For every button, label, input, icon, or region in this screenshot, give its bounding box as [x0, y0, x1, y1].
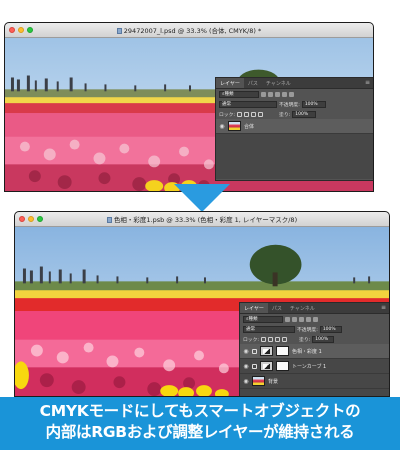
- blend-mode-select[interactable]: 通常: [243, 325, 295, 333]
- caption-banner: CMYKモードにしてもスマートオブジェクトの 内部はRGBおよび調整レイヤーが維…: [0, 397, 400, 450]
- top-title-bar[interactable]: 29472007_l.psd @ 33.3% (合体, CMYK/8) *: [5, 23, 373, 38]
- tab-channels[interactable]: チャンネル: [262, 78, 295, 88]
- blend-row: 通常 不透明度: 100%: [216, 99, 373, 109]
- blend-mode-select[interactable]: 通常: [219, 100, 277, 108]
- panel-menu-icon[interactable]: ≡: [378, 303, 389, 313]
- tab-paths[interactable]: パス: [244, 78, 262, 88]
- panel-tabs: レイヤー パス チャンネル ≡: [216, 78, 373, 89]
- opacity-field[interactable]: 100%: [319, 325, 342, 333]
- top-layers-panel: レイヤー パス チャンネル ≡ ⌕ 種類 通常 不透明度: 100% ロック: …: [215, 77, 373, 181]
- layer-row[interactable]: ◉ 色相・彩度 1: [240, 344, 389, 359]
- panel-tabs: レイヤー パス チャンネル ≡: [240, 303, 389, 314]
- layer-thumbnail: [228, 121, 241, 131]
- tab-paths[interactable]: パス: [268, 303, 286, 313]
- lock-transparent-icon[interactable]: [237, 111, 243, 117]
- type-filter-icon[interactable]: [275, 91, 280, 97]
- opacity-label: 不透明度:: [297, 327, 318, 333]
- filter-kind-label: 種類: [224, 92, 234, 97]
- fill-field[interactable]: 100%: [312, 335, 335, 343]
- caption-line-1: CMYKモードにしてもスマートオブジェクトの: [39, 402, 361, 420]
- filter-row: ⌕ 種類: [240, 314, 389, 324]
- bottom-layers-panel: レイヤー パス チャンネル ≡ ⌕ 種類 通常 不透明度: 100% ロック: …: [239, 302, 389, 396]
- lock-row: ロック: 塗り: 100%: [240, 334, 389, 344]
- adjustment-thumbnail: [260, 346, 273, 356]
- fill-field[interactable]: 100%: [292, 110, 317, 118]
- eye-icon[interactable]: ◉: [243, 363, 249, 370]
- document-title-text: 色相・彩度1.psb @ 33.3% (色相・彩度 1, レイヤーマスク/8): [113, 216, 298, 224]
- psb-file-icon: [106, 217, 112, 223]
- lock-image-icon[interactable]: [244, 111, 250, 117]
- lock-position-icon[interactable]: [251, 111, 257, 117]
- layer-row[interactable]: ◉ 背景: [240, 374, 389, 389]
- psd-file-icon: [116, 28, 122, 34]
- layer-name: 背景: [268, 378, 279, 385]
- layer-name: 色相・彩度 1: [292, 348, 322, 355]
- lock-transparent-icon[interactable]: [261, 336, 267, 342]
- pixel-filter-icon[interactable]: [261, 91, 266, 97]
- fill-label: 塗り:: [279, 112, 291, 118]
- shape-filter-icon[interactable]: [282, 91, 287, 97]
- adjustment-layer-icon: [252, 348, 257, 354]
- caption-line-2: 内部はRGBおよび調整レイヤーが維持される: [45, 423, 355, 441]
- document-title: 色相・彩度1.psb @ 33.3% (色相・彩度 1, レイヤーマスク/8): [15, 214, 389, 224]
- document-title: 29472007_l.psd @ 33.3% (合体, CMYK/8) *: [5, 25, 373, 35]
- layer-thumbnail: [252, 376, 265, 386]
- eye-icon[interactable]: ◉: [243, 348, 249, 355]
- tab-layers[interactable]: レイヤー: [216, 78, 244, 88]
- tab-layers[interactable]: レイヤー: [240, 303, 268, 313]
- adjustment-filter-icon[interactable]: [292, 316, 297, 322]
- layer-row[interactable]: ◉ 合体: [216, 119, 373, 134]
- top-document-window: 29472007_l.psd @ 33.3% (合体, CMYK/8) * レイ…: [4, 22, 374, 192]
- bottom-title-bar[interactable]: 色相・彩度1.psb @ 33.3% (色相・彩度 1, レイヤーマスク/8): [15, 212, 389, 227]
- lock-row: ロック: 塗り: 100%: [216, 109, 373, 119]
- smart-object-filter-icon[interactable]: [313, 316, 318, 322]
- filter-row: ⌕ 種類: [216, 89, 373, 99]
- lock-label: ロック:: [219, 112, 236, 118]
- adjustment-layer-icon: [252, 363, 257, 369]
- eye-icon[interactable]: ◉: [219, 123, 225, 130]
- layer-mask-thumbnail[interactable]: [276, 346, 289, 356]
- layer-list: ◉ 合体: [216, 119, 373, 179]
- bottom-document-window: 色相・彩度1.psb @ 33.3% (色相・彩度 1, レイヤーマスク/8): [14, 211, 390, 397]
- lock-image-icon[interactable]: [268, 336, 274, 342]
- blend-row: 通常 不透明度: 100%: [240, 324, 389, 334]
- layer-name: 合体: [244, 123, 255, 130]
- filter-kind-select[interactable]: ⌕ 種類: [243, 315, 283, 323]
- document-title-text: 29472007_l.psd @ 33.3% (合体, CMYK/8) *: [123, 27, 262, 35]
- adjustment-filter-icon[interactable]: [268, 91, 273, 97]
- filter-kind-label: 種類: [248, 317, 258, 322]
- lock-position-icon[interactable]: [275, 336, 281, 342]
- filter-kind-select[interactable]: ⌕ 種類: [219, 90, 259, 98]
- panel-menu-icon[interactable]: ≡: [362, 78, 373, 88]
- layer-row[interactable]: ◉ トーンカーブ 1: [240, 359, 389, 374]
- type-filter-icon[interactable]: [299, 316, 304, 322]
- opacity-field[interactable]: 100%: [301, 100, 326, 108]
- eye-icon[interactable]: ◉: [243, 378, 249, 385]
- layer-name: トーンカーブ 1: [292, 363, 327, 370]
- down-arrow-icon: [174, 184, 230, 212]
- opacity-label: 不透明度:: [279, 102, 300, 108]
- lock-all-icon[interactable]: [258, 111, 264, 117]
- layer-mask-thumbnail[interactable]: [276, 361, 289, 371]
- lock-all-icon[interactable]: [282, 336, 288, 342]
- layer-list: ◉ 色相・彩度 1 ◉ トーンカーブ 1 ◉ 背景: [240, 344, 389, 396]
- adjustment-thumbnail: [260, 361, 273, 371]
- lock-label: ロック:: [243, 337, 260, 343]
- shape-filter-icon[interactable]: [306, 316, 311, 322]
- smart-object-filter-icon[interactable]: [289, 91, 294, 97]
- pixel-filter-icon[interactable]: [285, 316, 290, 322]
- tab-channels[interactable]: チャンネル: [286, 303, 319, 313]
- fill-label: 塗り:: [299, 337, 311, 343]
